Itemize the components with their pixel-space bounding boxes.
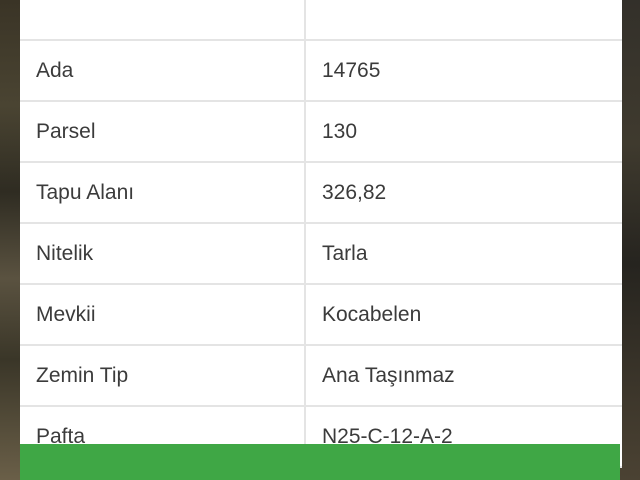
table-row-ada: Ada 14765 (20, 39, 622, 102)
table-row-nitelik: Nitelik Tarla (20, 222, 622, 285)
row-value-tapu-alani: 326,82 (305, 161, 622, 224)
table-row (20, 0, 622, 41)
row-label-nitelik: Nitelik (20, 222, 306, 285)
row-label-zemin-tip: Zemin Tip (20, 344, 306, 407)
row-label (20, 0, 306, 41)
row-value-ada: 14765 (305, 39, 622, 102)
table-row-parsel: Parsel 130 (20, 100, 622, 163)
row-label-tapu-alani: Tapu Alanı (20, 161, 306, 224)
table-row-zemin-tip: Zemin Tip Ana Taşınmaz (20, 344, 622, 407)
parcel-info-card: Ada 14765 Parsel 130 Tapu Alanı 326,82 N… (20, 0, 622, 480)
row-label-parsel: Parsel (20, 100, 306, 163)
action-button[interactable] (20, 444, 620, 480)
parcel-info-table: Ada 14765 Parsel 130 Tapu Alanı 326,82 N… (20, 0, 622, 468)
row-value-nitelik: Tarla (305, 222, 622, 285)
row-value-zemin-tip: Ana Taşınmaz (305, 344, 622, 407)
table-row-mevkii: Mevkii Kocabelen (20, 283, 622, 346)
row-value-parsel: 130 (305, 100, 622, 163)
row-label-ada: Ada (20, 39, 306, 102)
row-value-mevkii: Kocabelen (305, 283, 622, 346)
table-row-tapu-alani: Tapu Alanı 326,82 (20, 161, 622, 224)
row-label-mevkii: Mevkii (20, 283, 306, 346)
row-value (305, 0, 622, 41)
background-map-left (0, 0, 22, 480)
